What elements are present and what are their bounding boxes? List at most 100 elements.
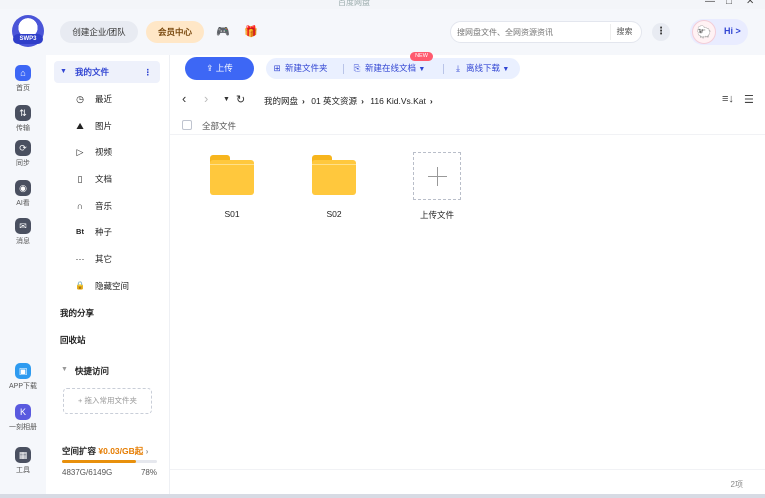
greeting-text: Hi > xyxy=(724,26,741,36)
add-favorite-folder-dropzone[interactable]: + 拖入常用文件夹 xyxy=(63,388,152,414)
new-folder-button[interactable]: ⊞ 新建文件夹 xyxy=(272,58,328,79)
close-button[interactable]: ✕ xyxy=(746,0,754,7)
sidebar-item-images[interactable]: ⛰ 图片 xyxy=(54,115,160,137)
chevron-down-icon[interactable]: ▼ xyxy=(61,366,68,373)
toolbar-divider xyxy=(443,64,444,74)
rail-item-app-download[interactable]: ▣ APP下载 xyxy=(0,363,46,391)
headphones-icon: ∩ xyxy=(76,201,84,211)
lock-icon: 🔒 xyxy=(75,281,85,290)
sidebar-item-music[interactable]: ∩ 音乐 xyxy=(54,195,160,217)
rail-item-sync[interactable]: ⟳ 同步 xyxy=(0,140,46,168)
rail-item-home[interactable]: ⌂ 首页 xyxy=(0,65,46,93)
sidebar-item-recycle-bin[interactable]: 回收站 xyxy=(60,334,86,346)
breadcrumb-separator: › xyxy=(302,96,305,106)
sidebar-item-label: 其它 xyxy=(95,254,113,264)
space-upgrade-link[interactable]: 空间扩容 ¥0.03/GB起 › xyxy=(62,445,149,457)
game-icon[interactable]: 🎮 xyxy=(216,25,230,38)
sidebar-item-label: 隐藏空间 xyxy=(95,281,130,291)
toolbar-divider xyxy=(343,64,344,74)
list-view-icon[interactable]: ☰ xyxy=(744,93,754,106)
main-panel: ⇪ 上传 ⊞ 新建文件夹 ⎘ 新建在线文档 ▼ NEW ⤓ 离线下载 ▼ ‹ › ▼ … xyxy=(170,52,765,498)
sidebar-item-label: 种子 xyxy=(95,227,113,237)
upload-file-tile[interactable]: 上传文件 xyxy=(407,152,467,221)
create-team-button[interactable]: 创建企业/团队 xyxy=(60,21,138,43)
sidebar-item-label: 图片 xyxy=(95,121,113,131)
sidebar-item-torrents[interactable]: Bt 种子 xyxy=(54,221,160,243)
quota-info: 4837G/6149G 78% xyxy=(62,468,157,477)
file-name: S01 xyxy=(224,209,240,219)
quick-access-header[interactable]: 快捷访问 xyxy=(75,365,109,377)
rail-item-tools[interactable]: ▦ 工具 xyxy=(0,447,46,475)
message-icon: ✉ xyxy=(15,218,31,234)
more-menu-button[interactable]: ⋮ xyxy=(652,23,670,41)
folder-icon xyxy=(210,155,254,195)
rail-item-ai[interactable]: ◉ AI看 xyxy=(0,180,46,208)
upload-label: 上传 xyxy=(215,63,233,73)
minimize-button[interactable]: — xyxy=(705,0,715,7)
rail-label: 一刻相册 xyxy=(9,424,37,431)
breadcrumb-item[interactable]: 116 Kid.Vs.Kat xyxy=(370,96,426,106)
search-button[interactable]: 搜索 xyxy=(610,24,638,40)
forward-arrow-icon[interactable]: › xyxy=(204,91,208,106)
more-dots-icon[interactable]: ⋮ xyxy=(144,61,153,83)
select-all-label: 全部文件 xyxy=(202,121,237,131)
offline-download-button[interactable]: ⤓ 离线下载 ▼ xyxy=(453,58,509,79)
sidebar-item-videos[interactable]: ▷ 视频 xyxy=(54,141,160,163)
ellipsis-icon: ··· xyxy=(75,254,85,264)
user-greeting[interactable]: 🐑 Hi > xyxy=(690,19,748,45)
rail-item-album[interactable]: K 一刻相册 xyxy=(0,404,46,432)
quota-percent: 78% xyxy=(140,468,157,477)
maximize-button[interactable]: □ xyxy=(726,0,732,7)
sidebar-item-label: 视频 xyxy=(95,147,113,157)
sidebar-item-docs[interactable]: ▯ 文档 xyxy=(54,168,160,190)
quota-progress-bar xyxy=(62,460,157,463)
rail-label: APP下载 xyxy=(8,383,37,390)
history-dropdown-icon[interactable]: ▼ xyxy=(223,96,230,103)
back-arrow-icon[interactable]: ‹ xyxy=(182,91,186,106)
search-input[interactable] xyxy=(457,25,607,39)
sidebar-item-label: 文档 xyxy=(95,174,113,184)
sidebar-item-hidden-space[interactable]: 🔒 隐藏空间 xyxy=(54,275,160,297)
upload-button[interactable]: ⇪ 上传 xyxy=(185,57,254,80)
rail-label: 消息 xyxy=(16,238,30,245)
chevron-down-icon: ▼ xyxy=(418,66,426,73)
breadcrumb-item[interactable]: 01 英文资源 xyxy=(311,96,357,106)
gift-icon[interactable]: 🎁 xyxy=(244,25,258,38)
new-doc-icon: ⎘ xyxy=(353,63,361,73)
file-name: S02 xyxy=(326,209,342,219)
clock-icon: ◷ xyxy=(76,94,84,104)
select-all-checkbox[interactable] xyxy=(182,120,192,130)
chevron-right-icon: › xyxy=(145,446,149,456)
sync-icon: ⟳ xyxy=(15,140,31,156)
sort-icon[interactable]: ≡↓ xyxy=(722,93,734,105)
new-folder-label: 新建文件夹 xyxy=(285,63,328,73)
search-box[interactable]: 搜索 xyxy=(450,21,642,43)
vip-center-button[interactable]: 会员中心 xyxy=(146,21,204,43)
file-item[interactable]: S02 xyxy=(304,155,364,219)
rail-item-message[interactable]: ✉ 消息 xyxy=(0,218,46,246)
space-promo-price: ¥0.03/GB起 xyxy=(98,446,144,456)
rail-label: 传输 xyxy=(16,125,30,132)
app-logo[interactable]: SWP3 xyxy=(12,15,44,47)
new-online-doc-button[interactable]: ⎘ 新建在线文档 ▼ xyxy=(352,58,426,79)
new-badge: NEW xyxy=(410,52,433,61)
sidebar-item-my-share[interactable]: 我的分享 xyxy=(60,307,94,319)
offline-download-label: 离线下载 xyxy=(466,63,501,73)
ai-watch-icon: ◉ xyxy=(15,180,31,196)
chevron-down-icon: ▼ xyxy=(502,66,510,73)
sidebar-item-others[interactable]: ··· 其它 xyxy=(54,248,160,270)
refresh-icon[interactable]: ↻ xyxy=(236,93,245,106)
file-item[interactable]: S01 xyxy=(202,155,262,219)
transfer-icon: ⇅ xyxy=(15,105,31,121)
breadcrumb-separator: › xyxy=(361,96,364,106)
upload-file-label: 上传文件 xyxy=(419,210,454,220)
avatar[interactable]: 🐑 xyxy=(692,20,716,44)
breadcrumb-item[interactable]: 我的网盘 xyxy=(264,96,298,106)
sidebar-item-my-files[interactable]: ▼ 我的文件 ⋮ xyxy=(54,61,160,83)
rail-item-transfer[interactable]: ⇅ 传输 xyxy=(0,105,46,133)
sidebar-item-recent[interactable]: ◷ 最近 xyxy=(54,88,160,110)
sidebar: ▼ 我的文件 ⋮ ◷ 最近 ⛰ 图片 ▷ 视频 ▯ 文档 ∩ 音乐 Bt 种子 … xyxy=(46,55,170,498)
top-header: SWP3 创建企业/团队 会员中心 🎮 🎁 搜索 ⋮ 🐑 Hi > xyxy=(0,9,765,55)
sidebar-item-label: 我的文件 xyxy=(75,67,110,77)
bt-icon: Bt xyxy=(76,227,84,236)
